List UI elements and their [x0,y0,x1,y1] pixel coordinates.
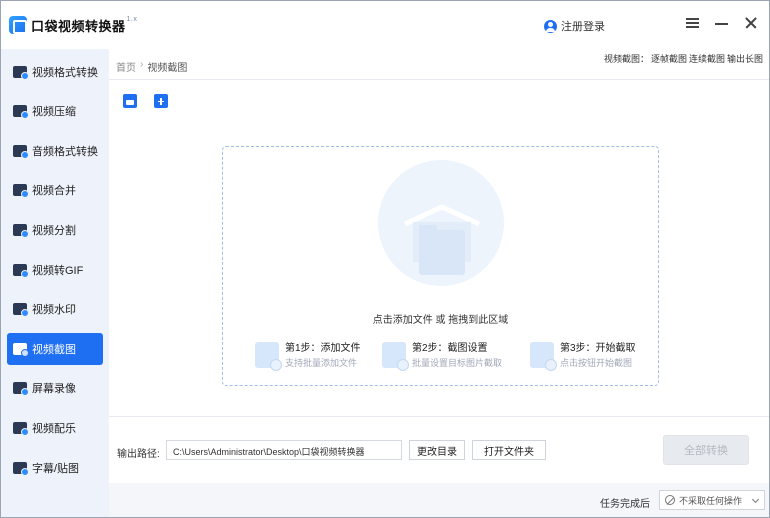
breadcrumb-separator: › [140,59,144,70]
step-3: 第3步：开始截取 点击按钮开始截图 [530,342,636,371]
sidebar-item-label: 视频水印 [32,304,76,316]
subtitle-sticker-icon [13,462,29,476]
sidebar-item-video-merge[interactable]: 视频合并 [7,174,103,206]
sidebar-item-video-compress[interactable]: 视频压缩 [7,95,103,127]
video-merge-icon [13,184,29,198]
mode-links-prefix: 视频截图： [603,54,649,64]
breadcrumb-home[interactable]: 首页 [116,59,136,74]
login-label: 注册登录 [561,21,605,33]
video-music-icon [13,422,29,436]
video-convert-icon [13,66,29,80]
minimize-icon[interactable] [714,15,730,31]
long-image-link[interactable]: 输出长图 [727,52,763,65]
step-2: 第2步：截图设置 批量设置目标图片截取 [382,342,503,371]
menu-icon[interactable] [685,15,701,31]
folder-icon [419,225,465,275]
step-title: 第1步：添加文件 [285,343,361,354]
step-title: 第3步：开始截取 [560,343,636,354]
ban-icon [665,495,675,505]
sidebar-item-video-split[interactable]: 视频分割 [7,214,103,246]
task-complete-label: 任务完成后 [600,499,650,510]
sidebar-item-label: 视频转GIF [32,265,84,277]
steps-guide: 第1步：添加文件 支持批量添加文件 第2步：截图设置 批量设置目标图片截取 第3… [253,342,643,374]
app-title-tag: 1.x [126,16,138,23]
sidebar-item-label: 视频截图 [32,344,76,356]
sidebar-item-video-gif[interactable]: 视频转GIF [7,254,103,286]
step-desc: 支持批量添加文件 [285,358,358,368]
app-logo-icon [9,16,27,34]
file-drop-zone[interactable]: 点击添加文件 或 拖拽到此区域 第1步：添加文件 支持批量添加文件 第2步：截图… [222,146,659,386]
add-file-button[interactable] [123,94,137,108]
sidebar-item-video-convert[interactable]: 视频格式转换 [7,56,103,88]
sidebar-item-label: 音频格式转换 [32,146,98,158]
step-1: 第1步：添加文件 支持批量添加文件 [255,342,361,371]
close-icon[interactable] [743,15,759,31]
sidebar-item-video-screenshot[interactable]: 视频截图 [7,333,103,365]
user-icon [544,19,557,33]
sidebar-item-label: 视频配乐 [32,423,76,435]
sidebar-item-label: 视频格式转换 [32,67,98,79]
sidebar-item-label: 字幕/贴图 [32,463,80,475]
sidebar-item-label: 视频压缩 [32,106,76,118]
add-folder-button[interactable] [154,94,168,108]
app-title: 口袋视频转换器1.x [31,16,137,35]
task-complete-select[interactable]: 不采取任何操作 [659,490,765,510]
step-desc: 点击按钮开始截图 [560,358,633,368]
sidebar-item-subtitle-sticker[interactable]: 字幕/贴图 [7,452,103,484]
task-complete-value: 不采取任何操作 [679,495,743,506]
breadcrumb: 首页 › 视频截图 [116,59,187,74]
screenshot-mode-links: 视频截图： 逐帧截图 连续截图 输出长图 [604,52,763,65]
title-bar: 口袋视频转换器1.x 注册登录 [1,1,769,49]
step-desc: 批量设置目标图片截取 [412,358,503,368]
sidebar-item-audio-convert[interactable]: 音频格式转换 [7,135,103,167]
change-dir-button[interactable]: 更改目录 [409,440,465,460]
app-title-text: 口袋视频转换器 [31,19,126,34]
app-window: 口袋视频转换器1.x 注册登录 视频格式转换 视频压缩 音频格式转换 视频合并 [0,0,770,518]
video-screenshot-icon [13,343,29,357]
sidebar-item-video-music[interactable]: 视频配乐 [7,412,103,444]
audio-convert-icon [13,145,29,159]
video-watermark-icon [13,303,29,317]
window-controls [685,15,759,31]
video-gif-icon [13,264,29,278]
sidebar-item-label: 屏幕录像 [32,383,76,395]
chevron-down-icon [751,495,760,504]
sidebar-item-label: 视频分割 [32,225,76,237]
header-divider [109,79,769,80]
drop-hint: 点击添加文件 或 拖拽到此区域 [372,315,509,326]
settings-step-icon [382,342,409,371]
continuous-capture-link[interactable]: 连续截图 [689,52,725,65]
breadcrumb-current: 视频截图 [147,63,188,74]
bottom-divider [109,416,769,417]
step-title: 第2步：截图设置 [412,343,488,354]
video-compress-icon [13,105,29,119]
start-step-icon [530,342,557,371]
sidebar-item-screen-record[interactable]: 屏幕录像 [7,372,103,404]
open-folder-button[interactable]: 打开文件夹 [472,440,546,460]
sidebar: 视频格式转换 视频压缩 音频格式转换 视频合并 视频分割 视频转GIF 视频水印 [1,49,109,517]
sidebar-item-video-watermark[interactable]: 视频水印 [7,293,103,325]
sidebar-item-label: 视频合并 [32,185,76,197]
convert-all-button[interactable]: 全部转换 [663,435,749,465]
output-path-field[interactable]: C:\Users\Administrator\Desktop\口袋视频转换器 [166,440,402,460]
video-split-icon [13,224,29,238]
output-path-label: 输出路径: [117,449,160,460]
screen-record-icon [13,382,29,396]
frame-capture-link[interactable]: 逐帧截图 [651,52,687,65]
add-file-step-icon [255,342,282,371]
login-button[interactable]: 注册登录 [544,18,605,34]
